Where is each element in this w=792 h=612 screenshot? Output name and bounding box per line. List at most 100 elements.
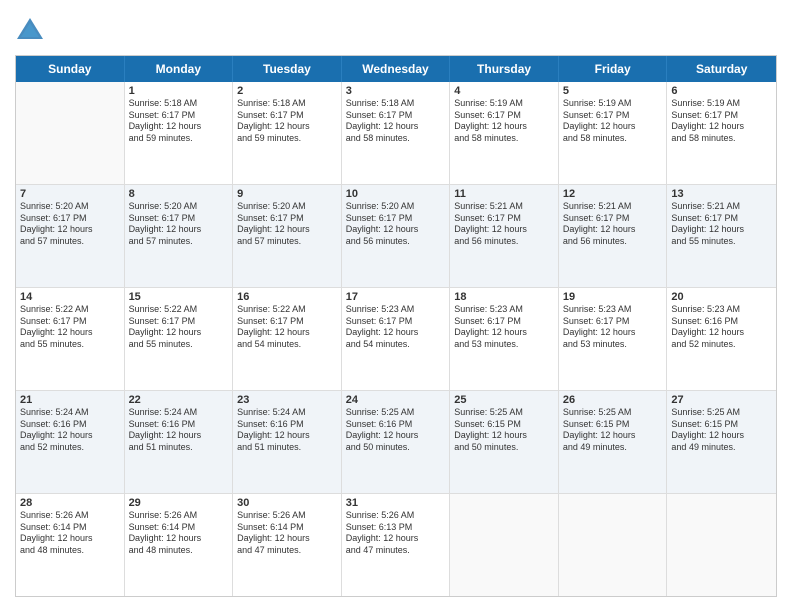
day-info: Sunrise: 5:26 AM Sunset: 6:14 PM Dayligh… (20, 510, 120, 557)
day-number: 9 (237, 188, 337, 200)
day-info: Sunrise: 5:18 AM Sunset: 6:17 PM Dayligh… (346, 98, 446, 145)
day-number: 6 (671, 85, 772, 97)
calendar-cell (667, 494, 776, 596)
day-info: Sunrise: 5:19 AM Sunset: 6:17 PM Dayligh… (671, 98, 772, 145)
calendar-cell: 19Sunrise: 5:23 AM Sunset: 6:17 PM Dayli… (559, 288, 668, 390)
day-number: 14 (20, 291, 120, 303)
day-info: Sunrise: 5:25 AM Sunset: 6:15 PM Dayligh… (563, 407, 663, 454)
day-number: 19 (563, 291, 663, 303)
day-info: Sunrise: 5:23 AM Sunset: 6:17 PM Dayligh… (454, 304, 554, 351)
day-info: Sunrise: 5:22 AM Sunset: 6:17 PM Dayligh… (20, 304, 120, 351)
day-number: 12 (563, 188, 663, 200)
day-number: 17 (346, 291, 446, 303)
day-info: Sunrise: 5:20 AM Sunset: 6:17 PM Dayligh… (129, 201, 229, 248)
weekday-header-sunday: Sunday (16, 56, 125, 82)
calendar: SundayMondayTuesdayWednesdayThursdayFrid… (15, 55, 777, 597)
day-number: 27 (671, 394, 772, 406)
day-number: 28 (20, 497, 120, 509)
day-number: 1 (129, 85, 229, 97)
calendar-cell: 27Sunrise: 5:25 AM Sunset: 6:15 PM Dayli… (667, 391, 776, 493)
calendar-cell: 12Sunrise: 5:21 AM Sunset: 6:17 PM Dayli… (559, 185, 668, 287)
day-info: Sunrise: 5:25 AM Sunset: 6:15 PM Dayligh… (671, 407, 772, 454)
day-info: Sunrise: 5:18 AM Sunset: 6:17 PM Dayligh… (237, 98, 337, 145)
day-number: 5 (563, 85, 663, 97)
day-number: 3 (346, 85, 446, 97)
day-number: 11 (454, 188, 554, 200)
weekday-header-friday: Friday (559, 56, 668, 82)
calendar-cell: 25Sunrise: 5:25 AM Sunset: 6:15 PM Dayli… (450, 391, 559, 493)
day-number: 21 (20, 394, 120, 406)
day-info: Sunrise: 5:21 AM Sunset: 6:17 PM Dayligh… (454, 201, 554, 248)
calendar-header: SundayMondayTuesdayWednesdayThursdayFrid… (16, 56, 776, 82)
calendar-cell: 18Sunrise: 5:23 AM Sunset: 6:17 PM Dayli… (450, 288, 559, 390)
day-info: Sunrise: 5:23 AM Sunset: 6:17 PM Dayligh… (563, 304, 663, 351)
day-number: 25 (454, 394, 554, 406)
calendar-row: 21Sunrise: 5:24 AM Sunset: 6:16 PM Dayli… (16, 391, 776, 494)
calendar-cell: 1Sunrise: 5:18 AM Sunset: 6:17 PM Daylig… (125, 82, 234, 184)
calendar-cell: 24Sunrise: 5:25 AM Sunset: 6:16 PM Dayli… (342, 391, 451, 493)
day-info: Sunrise: 5:22 AM Sunset: 6:17 PM Dayligh… (129, 304, 229, 351)
calendar-cell (450, 494, 559, 596)
day-number: 8 (129, 188, 229, 200)
day-info: Sunrise: 5:24 AM Sunset: 6:16 PM Dayligh… (237, 407, 337, 454)
calendar-cell: 3Sunrise: 5:18 AM Sunset: 6:17 PM Daylig… (342, 82, 451, 184)
day-info: Sunrise: 5:21 AM Sunset: 6:17 PM Dayligh… (671, 201, 772, 248)
calendar-cell: 6Sunrise: 5:19 AM Sunset: 6:17 PM Daylig… (667, 82, 776, 184)
day-number: 13 (671, 188, 772, 200)
calendar-cell: 7Sunrise: 5:20 AM Sunset: 6:17 PM Daylig… (16, 185, 125, 287)
day-info: Sunrise: 5:26 AM Sunset: 6:13 PM Dayligh… (346, 510, 446, 557)
weekday-header-thursday: Thursday (450, 56, 559, 82)
calendar-cell: 28Sunrise: 5:26 AM Sunset: 6:14 PM Dayli… (16, 494, 125, 596)
day-number: 31 (346, 497, 446, 509)
day-number: 23 (237, 394, 337, 406)
day-number: 4 (454, 85, 554, 97)
calendar-cell: 21Sunrise: 5:24 AM Sunset: 6:16 PM Dayli… (16, 391, 125, 493)
calendar-cell: 13Sunrise: 5:21 AM Sunset: 6:17 PM Dayli… (667, 185, 776, 287)
day-number: 26 (563, 394, 663, 406)
weekday-header-saturday: Saturday (667, 56, 776, 82)
weekday-header-wednesday: Wednesday (342, 56, 451, 82)
day-number: 18 (454, 291, 554, 303)
calendar-row: 28Sunrise: 5:26 AM Sunset: 6:14 PM Dayli… (16, 494, 776, 596)
calendar-cell: 16Sunrise: 5:22 AM Sunset: 6:17 PM Dayli… (233, 288, 342, 390)
day-number: 7 (20, 188, 120, 200)
calendar-body: 1Sunrise: 5:18 AM Sunset: 6:17 PM Daylig… (16, 82, 776, 596)
weekday-header-monday: Monday (125, 56, 234, 82)
day-number: 10 (346, 188, 446, 200)
day-info: Sunrise: 5:25 AM Sunset: 6:15 PM Dayligh… (454, 407, 554, 454)
weekday-header-tuesday: Tuesday (233, 56, 342, 82)
calendar-cell: 20Sunrise: 5:23 AM Sunset: 6:16 PM Dayli… (667, 288, 776, 390)
calendar-cell: 23Sunrise: 5:24 AM Sunset: 6:16 PM Dayli… (233, 391, 342, 493)
day-info: Sunrise: 5:24 AM Sunset: 6:16 PM Dayligh… (20, 407, 120, 454)
calendar-cell: 8Sunrise: 5:20 AM Sunset: 6:17 PM Daylig… (125, 185, 234, 287)
day-number: 22 (129, 394, 229, 406)
day-info: Sunrise: 5:23 AM Sunset: 6:17 PM Dayligh… (346, 304, 446, 351)
day-number: 20 (671, 291, 772, 303)
calendar-cell (16, 82, 125, 184)
day-info: Sunrise: 5:19 AM Sunset: 6:17 PM Dayligh… (563, 98, 663, 145)
day-info: Sunrise: 5:19 AM Sunset: 6:17 PM Dayligh… (454, 98, 554, 145)
calendar-cell: 9Sunrise: 5:20 AM Sunset: 6:17 PM Daylig… (233, 185, 342, 287)
day-info: Sunrise: 5:20 AM Sunset: 6:17 PM Dayligh… (237, 201, 337, 248)
day-info: Sunrise: 5:20 AM Sunset: 6:17 PM Dayligh… (346, 201, 446, 248)
calendar-cell (559, 494, 668, 596)
calendar-cell: 11Sunrise: 5:21 AM Sunset: 6:17 PM Dayli… (450, 185, 559, 287)
day-number: 2 (237, 85, 337, 97)
day-info: Sunrise: 5:22 AM Sunset: 6:17 PM Dayligh… (237, 304, 337, 351)
calendar-cell: 4Sunrise: 5:19 AM Sunset: 6:17 PM Daylig… (450, 82, 559, 184)
calendar-cell: 14Sunrise: 5:22 AM Sunset: 6:17 PM Dayli… (16, 288, 125, 390)
day-info: Sunrise: 5:23 AM Sunset: 6:16 PM Dayligh… (671, 304, 772, 351)
calendar-row: 1Sunrise: 5:18 AM Sunset: 6:17 PM Daylig… (16, 82, 776, 185)
day-info: Sunrise: 5:18 AM Sunset: 6:17 PM Dayligh… (129, 98, 229, 145)
day-info: Sunrise: 5:26 AM Sunset: 6:14 PM Dayligh… (237, 510, 337, 557)
calendar-cell: 30Sunrise: 5:26 AM Sunset: 6:14 PM Dayli… (233, 494, 342, 596)
calendar-row: 14Sunrise: 5:22 AM Sunset: 6:17 PM Dayli… (16, 288, 776, 391)
calendar-cell: 15Sunrise: 5:22 AM Sunset: 6:17 PM Dayli… (125, 288, 234, 390)
calendar-cell: 5Sunrise: 5:19 AM Sunset: 6:17 PM Daylig… (559, 82, 668, 184)
day-info: Sunrise: 5:26 AM Sunset: 6:14 PM Dayligh… (129, 510, 229, 557)
day-info: Sunrise: 5:24 AM Sunset: 6:16 PM Dayligh… (129, 407, 229, 454)
calendar-cell: 22Sunrise: 5:24 AM Sunset: 6:16 PM Dayli… (125, 391, 234, 493)
day-info: Sunrise: 5:21 AM Sunset: 6:17 PM Dayligh… (563, 201, 663, 248)
day-info: Sunrise: 5:20 AM Sunset: 6:17 PM Dayligh… (20, 201, 120, 248)
calendar-cell: 17Sunrise: 5:23 AM Sunset: 6:17 PM Dayli… (342, 288, 451, 390)
